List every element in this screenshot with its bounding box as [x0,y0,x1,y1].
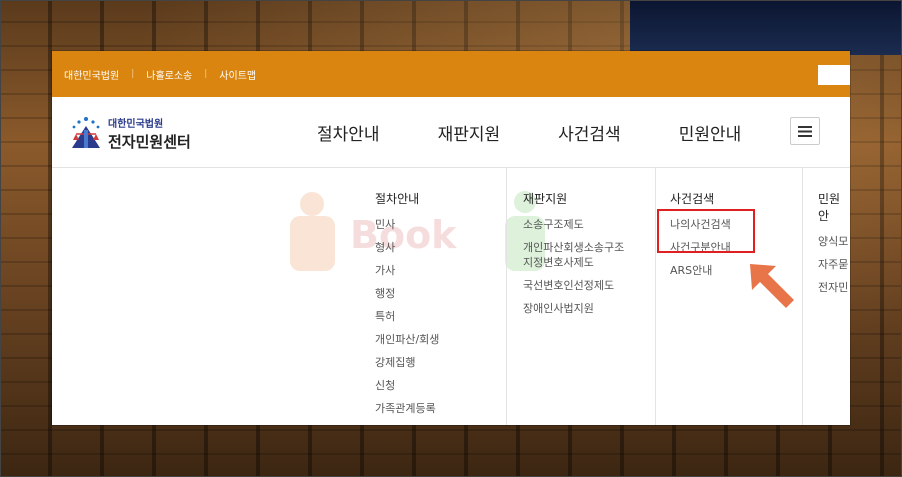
pointer-arrow-icon [750,264,794,308]
hamburger-icon [798,125,812,137]
menu-item[interactable]: 형사 [375,236,439,259]
menu-item-ars-guide[interactable]: ARS안내 [670,259,731,282]
menu-item[interactable]: 국선변호인선정제도 [523,274,624,297]
menu-item[interactable]: 전자민 [818,276,850,299]
topbar-separator: | [131,69,135,79]
menu-item[interactable]: 소송구조제도 [523,213,624,236]
menu-item[interactable]: 자주묻 [818,253,850,276]
top-utility-bar: 대한민국법원 | 나홀로소송 | 사이트맵 [52,51,850,97]
topbar-link-self-litigation[interactable]: 나홀로소송 [146,67,192,82]
nav-case-search[interactable]: 사건검색 [558,120,621,145]
column-divider [655,168,656,425]
menu-col-procedure: 절차안내 민사 형사 가사 행정 특허 개인파산/회생 강제집행 신청 가족관계… [375,190,439,425]
topbar-search-box[interactable] [818,65,850,85]
nav-civil-guide[interactable]: 민원안내 [679,120,742,145]
menu-item[interactable]: 가족관계등록 [375,397,439,420]
topbar-link-court[interactable]: 대한민국법원 [64,67,119,82]
column-divider [506,168,507,425]
menu-item[interactable]: 특허 [375,305,439,328]
menu-item[interactable]: 양식모 [818,230,850,253]
menu-item[interactable]: 신청 [375,374,439,397]
hamburger-menu-button[interactable] [790,117,820,145]
court-emblem-icon [68,112,104,154]
menu-item[interactable]: 개인파산/회생 [375,328,439,351]
main-nav: 절차안내 재판지원 사건검색 민원안내 [317,97,799,167]
col-title: 재판지원 [523,192,568,206]
mega-menu: Book 절차안내 민사 형사 가사 행정 특허 개인파산/회생 강제집행 신청… [52,168,850,425]
col-title: 민원안 [818,192,841,223]
site-logo[interactable]: 대한민국법원 전자민원센터 [68,112,191,154]
topbar-link-sitemap[interactable]: 사이트맵 [219,67,256,82]
logo-line1: 대한민국법원 [108,118,164,130]
nav-trial-support[interactable]: 재판지원 [438,120,501,145]
logo-line2: 전자민원센터 [108,132,191,151]
nav-procedure[interactable]: 절차안내 [317,120,380,145]
col-title: 절차안내 [375,192,420,206]
site-header: 대한민국법원 전자민원센터 절차안내 재판지원 사건검색 민원안내 [52,97,850,168]
night-sky [630,0,902,55]
menu-item[interactable]: 민사 [375,213,439,236]
menu-item[interactable]: 개인파산회생소송구조 지정변호사제도 [523,240,624,270]
menu-item[interactable]: 행정 [375,282,439,305]
menu-col-trial-support: 재판지원 소송구조제도 개인파산회생소송구조 지정변호사제도 국선변호인선정제도… [523,190,624,320]
column-divider [802,168,803,425]
menu-item[interactable]: 공탁 [375,420,439,425]
topbar-separator: | [204,69,208,79]
menu-item[interactable]: 강제집행 [375,351,439,374]
highlight-box [657,209,755,253]
website-window: 대한민국법원 | 나홀로소송 | 사이트맵 대한민국법원 전자민원센터 절차안내… [52,51,850,425]
menu-item[interactable]: 가사 [375,259,439,282]
col-title: 사건검색 [670,192,715,206]
menu-item[interactable]: 장애인사법지원 [523,297,624,320]
menu-col-civil-guide: 민원안 양식모 자주묻 전자민 [818,190,850,299]
